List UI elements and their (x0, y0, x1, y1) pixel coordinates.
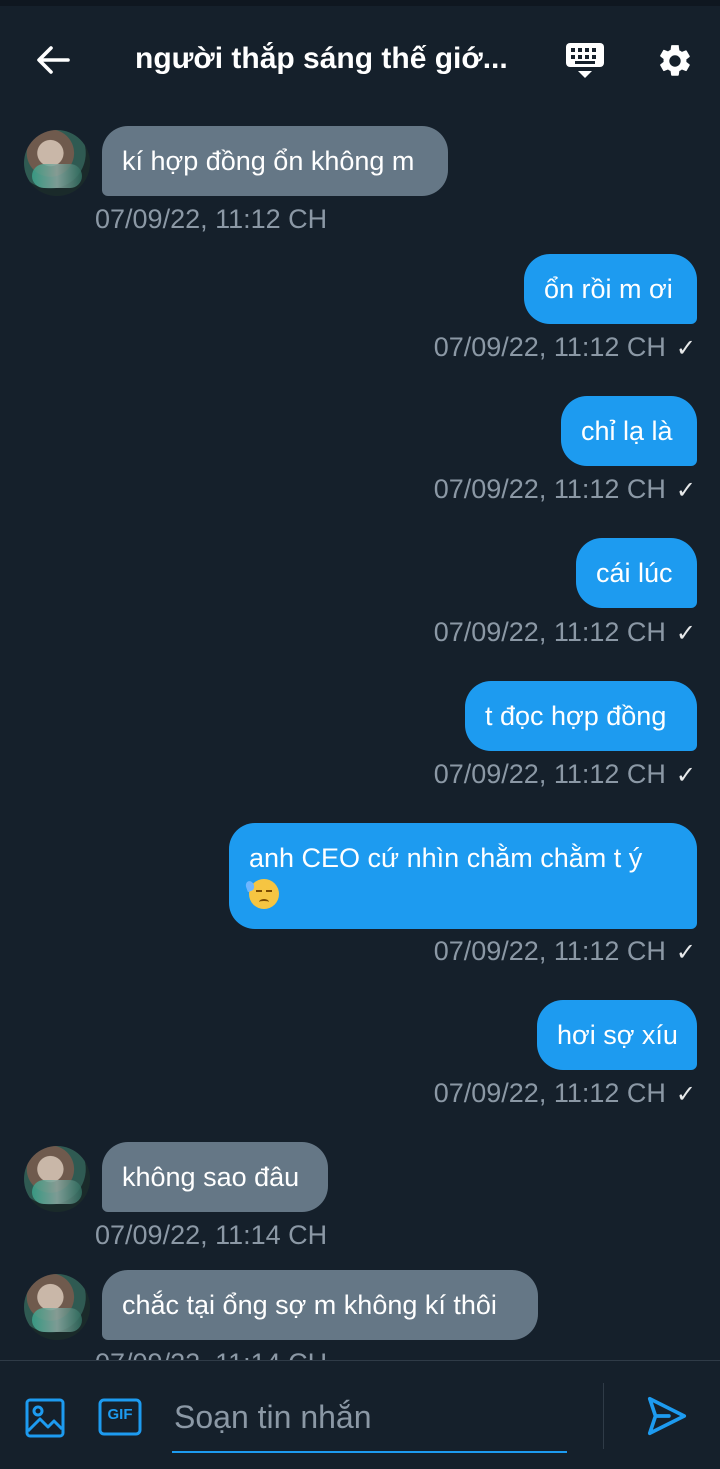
avatar[interactable] (24, 130, 90, 196)
message-bubble[interactable]: chỉ lạ là (561, 396, 697, 466)
message-composer: GIF (0, 1360, 720, 1469)
read-check-icon: ✓ (675, 620, 696, 647)
message-text: hơi sợ xíu (557, 1020, 678, 1050)
read-check-icon: ✓ (675, 1081, 696, 1108)
message-text: không sao đâu (122, 1162, 300, 1192)
message-bubble[interactable]: anh CEO cứ nhìn chằm chằm t ý (229, 823, 697, 929)
message-input[interactable] (172, 1393, 571, 1441)
read-check-icon: ✓ (675, 762, 696, 789)
send-button[interactable] (644, 1393, 690, 1439)
message-timestamp: 07/09/22, 11:12 CH ✓ (433, 936, 696, 966)
gear-icon (660, 45, 690, 76)
back-arrow-icon (37, 46, 70, 74)
message-text: anh CEO cứ nhìn chằm chằm t ý (249, 843, 643, 873)
settings-button[interactable] (650, 36, 700, 86)
message-timestamp: 07/09/22, 11:12 CH ✓ (433, 1078, 696, 1108)
message-bubble[interactable]: hơi sợ xíu (537, 1000, 697, 1070)
gif-label: GIF (107, 1406, 133, 1423)
message-timestamp: 07/09/22, 11:14 CH (95, 1220, 328, 1250)
image-icon (25, 1398, 65, 1438)
message-text: t đọc hợp đồng (485, 701, 667, 731)
keyboard-button[interactable] (560, 36, 610, 86)
avatar[interactable] (24, 1146, 90, 1212)
read-check-icon: ✓ (675, 477, 696, 504)
conversation-header: người thắp sáng thế giớ... (0, 6, 720, 110)
message-timestamp: 07/09/22, 11:12 CH (95, 204, 328, 234)
keyboard-icon (566, 43, 604, 78)
add-image-button[interactable] (24, 1397, 66, 1439)
message-text: chắc tại ổng sợ m không kí thôi (122, 1290, 497, 1320)
read-check-icon: ✓ (675, 939, 696, 966)
downcast-sweat-emoji-icon (244, 878, 279, 909)
back-button[interactable] (28, 38, 78, 82)
message-text: ổn rồi m ơi (544, 274, 673, 304)
message-bubble[interactable]: ổn rồi m ơi (524, 254, 697, 324)
read-check-icon: ✓ (675, 335, 696, 362)
message-text: kí hợp đồng ổn không m (122, 146, 415, 176)
message-timestamp: 07/09/22, 11:14 CH (95, 1348, 327, 1360)
message-bubble[interactable]: t đọc hợp đồng (465, 681, 697, 751)
composer-divider (603, 1383, 604, 1449)
message-list[interactable]: kí hợp đồng ổn không m 07/09/22, 11:12 C… (0, 110, 720, 1360)
message-bubble[interactable]: cái lúc (576, 538, 697, 608)
message-bubble[interactable]: không sao đâu (102, 1142, 328, 1212)
message-input-wrapper (172, 1383, 571, 1453)
add-gif-button[interactable]: GIF (98, 1397, 142, 1437)
conversation-title[interactable]: người thắp sáng thế giớ... (135, 42, 525, 76)
avatar[interactable] (24, 1274, 90, 1340)
message-timestamp: 07/09/22, 11:12 CH ✓ (433, 759, 696, 789)
message-timestamp: 07/09/22, 11:12 CH ✓ (433, 474, 696, 504)
message-bubble[interactable]: kí hợp đồng ổn không m (102, 126, 448, 196)
message-timestamp: 07/09/22, 11:12 CH ✓ (433, 332, 696, 362)
message-bubble[interactable]: chắc tại ổng sợ m không kí thôi (102, 1270, 538, 1340)
message-text: chỉ lạ là (581, 416, 673, 446)
message-text: cái lúc (596, 558, 673, 588)
message-timestamp: 07/09/22, 11:12 CH ✓ (433, 617, 696, 647)
send-icon (647, 1396, 687, 1436)
